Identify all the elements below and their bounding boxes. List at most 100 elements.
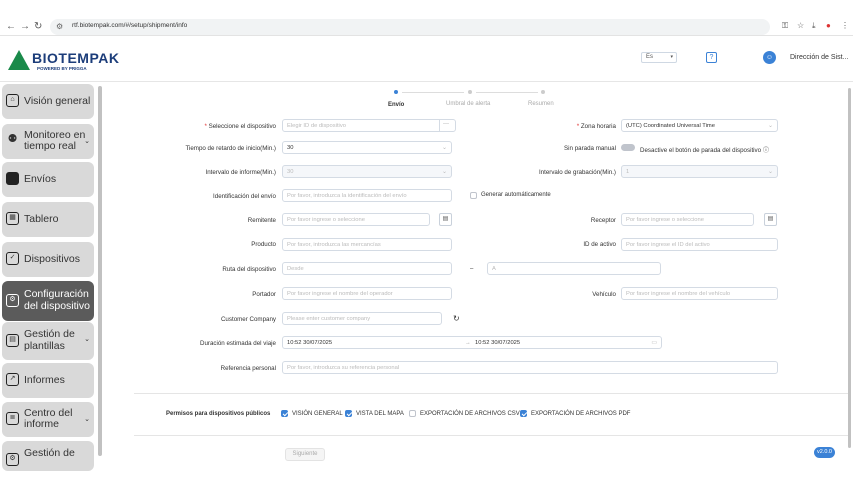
shipment-id-input[interactable]: Por favor, introduzca la identificación …	[282, 189, 452, 202]
nostop-text: Desactive el botón de parada del disposi…	[640, 147, 769, 154]
sidebar-item-shipments[interactable]: Envíos	[2, 162, 94, 197]
address-bar[interactable]: ⚙ rtf.biotempak.com/#/setup/shipment/inf…	[50, 19, 770, 35]
receiver-input[interactable]: Por favor ingrese o seleccione	[621, 213, 754, 226]
carrier-label: Portador	[252, 291, 276, 298]
perm-map-label: VISTA DEL MAPA	[356, 411, 404, 417]
url-text: rtf.biotempak.com/#/setup/shipment/info	[72, 22, 188, 29]
profile-icon[interactable]: ●	[826, 21, 831, 30]
duration-start: 10:52 30/07/2025	[287, 340, 333, 346]
dashboard-icon: ▦	[6, 212, 19, 225]
back-icon[interactable]: ←	[6, 20, 16, 34]
perm-overview-checkbox[interactable]	[281, 410, 288, 417]
chevron-down-icon: ⌄	[441, 145, 447, 151]
reference-label: Referencia personal	[220, 365, 276, 372]
receiver-book-icon[interactable]: ▤	[764, 213, 777, 226]
perm-csv-checkbox[interactable]	[409, 410, 416, 417]
step-label-alert[interactable]: Umbral de alerta	[446, 101, 490, 107]
sender-label: Remitente	[247, 217, 276, 224]
step-label-shipment[interactable]: Envío	[388, 102, 404, 108]
step-divider	[476, 92, 538, 93]
key-icon[interactable]: ⚿	[782, 21, 788, 31]
duration-separator: →	[465, 340, 471, 346]
page-scrollbar[interactable]	[848, 88, 851, 448]
list-icon: ≣	[6, 412, 19, 425]
help-button[interactable]: ?	[706, 52, 717, 63]
delay-label: Tiempo de retardo de inicio(Min.)	[185, 145, 276, 152]
perm-pdf-label: EXPORTACIÓN DE ARCHIVOS PDF	[531, 411, 631, 417]
help-circle-icon: ⓘ	[762, 147, 769, 154]
sidebar-item-reports[interactable]: ↗ Informes	[2, 363, 94, 398]
home-icon: ⌂	[6, 94, 19, 107]
star-icon[interactable]: ☆	[797, 21, 804, 30]
timezone-select[interactable]: (UTC) Coordinated Universal Time ⌄	[621, 119, 778, 132]
download-icon[interactable]: ⤓	[812, 21, 816, 31]
sender-book-icon[interactable]: ▤	[439, 213, 452, 226]
settings-icon: ⚙	[6, 294, 19, 307]
receiver-label: Receptor	[590, 217, 616, 224]
sidebar-item-label: Tablero	[24, 213, 59, 225]
duration-range-input[interactable]: 10:52 30/07/2025 → 10:52 30/07/2025 ▭	[282, 336, 662, 349]
autogen-checkbox[interactable]	[470, 192, 477, 199]
step-label-summary[interactable]: Resumen	[528, 101, 554, 107]
carrier-input[interactable]: Por favor ingrese el nombre del operador	[282, 287, 452, 300]
sidebar-item-label: del dispositivo	[24, 300, 90, 312]
sidebar-item-dashboard[interactable]: ▦ Tablero	[2, 202, 94, 237]
route-from-input[interactable]: Desde	[282, 262, 452, 275]
shipment-id-label: Identificación del envío	[213, 193, 276, 200]
calendar-icon: ▭	[651, 340, 657, 346]
forward-icon[interactable]: →	[20, 20, 30, 34]
route-label: Ruta del dispositivo	[222, 266, 276, 273]
product-input[interactable]: Por favor, introduzca las mercancías	[282, 238, 452, 251]
sidebar-item-devices[interactable]: ✓ Dispositivos	[2, 242, 94, 277]
perm-map-checkbox[interactable]	[345, 410, 352, 417]
asset-id-input[interactable]: Por favor ingrese el ID del activo	[621, 238, 778, 251]
reload-icon[interactable]: ↻	[34, 20, 42, 34]
sidebar-item-overview[interactable]: ⌂ Visión general	[2, 84, 94, 119]
perm-pdf-checkbox[interactable]	[520, 410, 527, 417]
sidebar-item-label: Gestión de	[24, 328, 75, 340]
report-interval-select[interactable]: 30 ⌄	[282, 165, 452, 178]
template-icon: ▤	[6, 334, 19, 347]
user-name[interactable]: Dirección de Sist...	[790, 54, 848, 61]
sidebar-item-label: Gestión de	[24, 447, 75, 459]
route-separator: –	[470, 266, 474, 272]
divider	[134, 435, 848, 436]
step-divider	[402, 92, 464, 93]
sidebar-item-label: informe	[24, 418, 60, 430]
check-icon: ✓	[6, 252, 19, 265]
logo-brand: BIOTEMPAK	[32, 50, 120, 66]
sidebar-item-report-center[interactable]: ≣ Centro del informe ⌄	[2, 402, 94, 437]
logo[interactable]: BIOTEMPAK POWERED BY PRIGGA	[4, 48, 119, 76]
sidebar-item-management[interactable]: ⚙ Gestión de	[2, 441, 94, 471]
more-icon[interactable]: ···	[439, 119, 452, 132]
nostop-toggle[interactable]	[621, 144, 635, 151]
box-icon	[6, 172, 19, 185]
sidebar-item-device-config[interactable]: ⚙ Configuración del dispositivo	[2, 281, 94, 321]
delay-select[interactable]: 30 ⌄	[282, 141, 452, 154]
vehicle-input[interactable]: Por favor ingrese el nombre del vehículo	[621, 287, 778, 300]
chart-icon: ↗	[6, 373, 19, 386]
settings-icon: ⚙	[6, 453, 19, 466]
product-label: Producto	[251, 241, 276, 248]
record-interval-select[interactable]: 1 ⌄	[621, 165, 778, 178]
route-to-input[interactable]: A	[487, 262, 661, 275]
report-interval-label: Intervalo de informe(Min.)	[205, 169, 277, 176]
next-button[interactable]: Siguiente	[285, 448, 325, 461]
sidebar-scrollbar[interactable]	[98, 86, 102, 456]
reset-icon[interactable]: ↻	[453, 314, 460, 323]
reference-input[interactable]: Por favor, introduzca su referencia pers…	[282, 361, 778, 374]
step-dot-shipment	[394, 90, 398, 94]
sender-input[interactable]: Por favor ingrese o seleccione	[282, 213, 430, 226]
company-input[interactable]: Please enter customer company	[282, 312, 442, 325]
sidebar-item-realtime[interactable]: ⚉ Monitoreo en tiempo real ⌄	[2, 124, 94, 159]
version-badge: v2.0.0	[814, 447, 835, 458]
perm-csv-label: EXPORTACIÓN DE ARCHIVOS CSV	[420, 411, 520, 417]
user-avatar-icon[interactable]: ☺	[763, 51, 776, 64]
menu-icon[interactable]: ⋮	[841, 21, 849, 30]
chevron-down-icon: ⌄	[84, 416, 90, 423]
language-select[interactable]: Es ▾	[641, 52, 677, 63]
site-info-icon[interactable]: ⚙	[56, 22, 63, 31]
chevron-down-icon: ⌄	[441, 169, 447, 175]
sidebar-item-templates[interactable]: ▤ Gestión de plantillas ⌄	[2, 322, 94, 360]
device-input[interactable]: Elegir ID de dispositivo	[282, 119, 456, 132]
